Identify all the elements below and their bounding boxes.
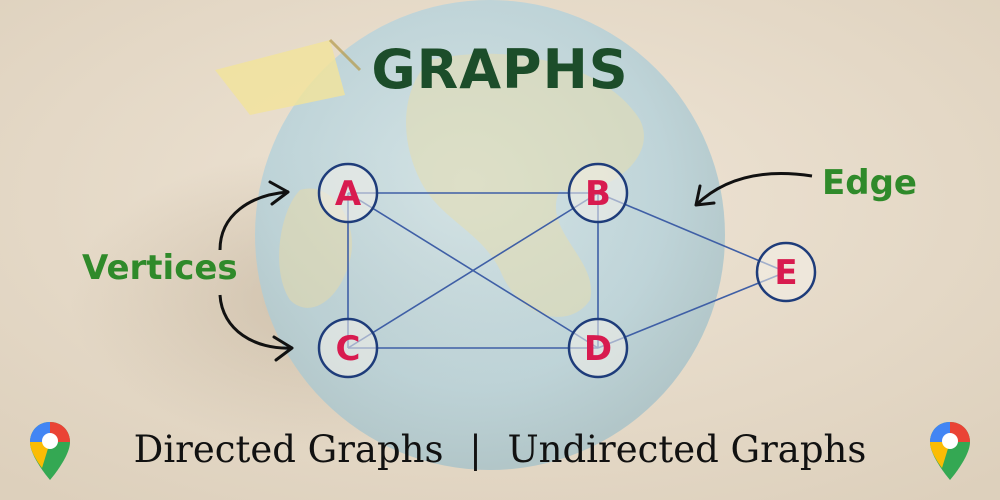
vertex-a: A (317, 162, 379, 224)
caption-separator: | (469, 428, 482, 471)
caption: Directed Graphs | Undirected Graphs (0, 428, 1000, 471)
vertex-label: E (774, 253, 797, 293)
caption-directed: Directed Graphs (133, 428, 444, 471)
caption-undirected: Undirected Graphs (507, 428, 867, 471)
vertex-e: E (755, 241, 817, 303)
vertex-d: D (567, 317, 629, 379)
vertex-c: C (317, 317, 379, 379)
edge-label: Edge (822, 163, 917, 203)
vertex-b: B (567, 162, 629, 224)
vertex-label: C (336, 329, 361, 369)
vertices-label: Vertices (82, 248, 238, 288)
map-pin-icon (930, 422, 970, 480)
vertex-label: A (335, 174, 362, 214)
vertex-label: D (584, 329, 612, 369)
vertex-label: B (585, 174, 611, 214)
graph-infographic: A B C D E GRAPHS Edge Vertices Directed Grap… (0, 0, 1000, 500)
page-title: GRAPHS (371, 38, 629, 101)
